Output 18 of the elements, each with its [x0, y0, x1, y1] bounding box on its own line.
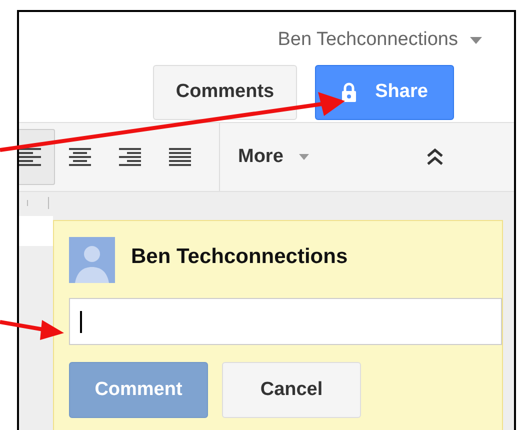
caret-icon	[299, 154, 310, 160]
align-button[interactable]	[19, 129, 55, 185]
annotation-arrow	[0, 318, 64, 340]
comment-input[interactable]	[69, 298, 502, 345]
comment-author: Ben Techconnections	[131, 244, 348, 270]
avatar-icon	[69, 237, 115, 283]
align-left-icon	[19, 148, 41, 166]
align-justify-icon	[169, 148, 191, 166]
text-cursor	[80, 310, 82, 332]
cancel-button[interactable]: Cancel	[222, 362, 361, 418]
align-right-icon	[119, 148, 141, 166]
lock-icon	[341, 82, 358, 102]
caret-icon[interactable]	[470, 36, 482, 44]
align-center-icon	[69, 148, 91, 166]
collapse-icon[interactable]	[426, 148, 444, 166]
comments-button[interactable]: Comments	[153, 64, 297, 120]
account-name[interactable]: Ben Techconnections	[278, 26, 458, 54]
more-button[interactable]: More	[238, 142, 310, 172]
